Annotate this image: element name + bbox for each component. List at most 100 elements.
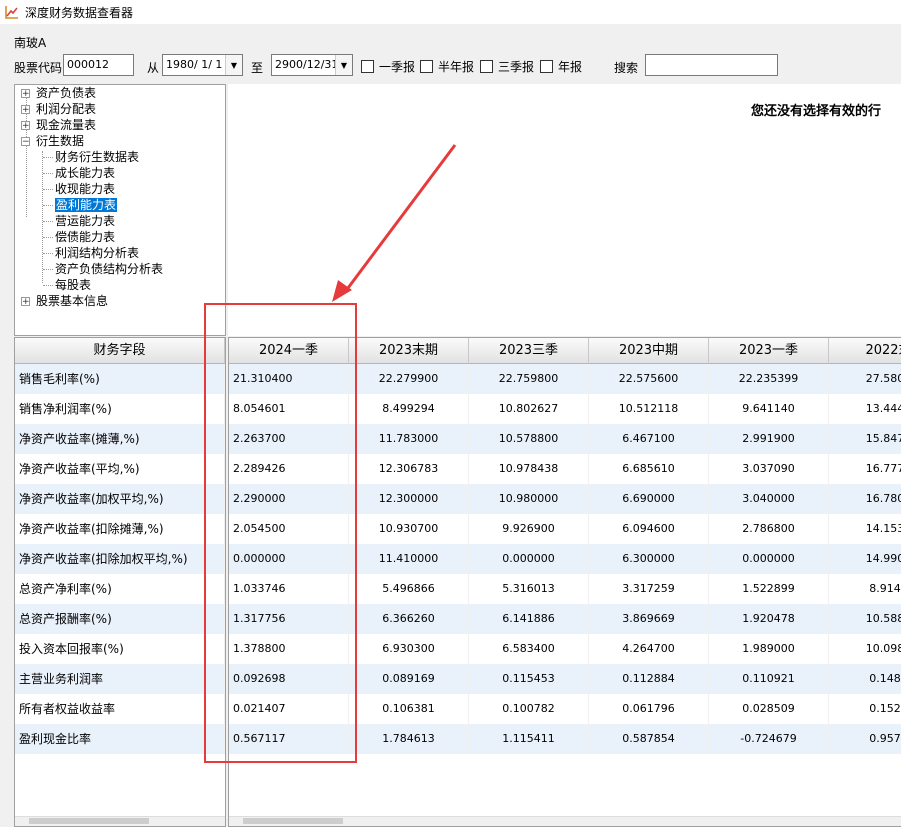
table-row[interactable]: 1.378800 6.930300 6.583400 4.264700 1.989000…	[229, 634, 901, 664]
from-label: 从	[147, 61, 160, 75]
data-cell: 0.000000	[229, 544, 349, 574]
table-row[interactable]: 所有者权益收益率	[15, 694, 225, 724]
tree-item-operation[interactable]: 营运能力表	[55, 213, 115, 229]
expand-icon[interactable]: +	[21, 105, 30, 115]
data-cell: 6.366260	[349, 604, 469, 634]
from-date-picker[interactable]: 1980/ 1/ 1 ▼	[162, 54, 243, 76]
data-cell: 5.496866	[349, 574, 469, 604]
column-header[interactable]: 2024一季	[229, 338, 349, 364]
data-cell: 6.467100	[589, 424, 709, 454]
data-cell: 15.8477	[829, 424, 901, 454]
data-cell: 10.802627	[469, 394, 589, 424]
field-name-cell: 所有者权益收益率	[15, 694, 225, 724]
data-cell: 10.578800	[469, 424, 589, 454]
table-row[interactable]: 2.054500 10.930700 9.926900 6.094600 2.78680…	[229, 514, 901, 544]
table-row[interactable]: 0.021407 0.106381 0.100782 0.061796 0.028509…	[229, 694, 901, 724]
tree-item-cash-collection[interactable]: 收现能力表	[55, 181, 115, 197]
tree-node-cashflow[interactable]: + 现金流量表	[21, 117, 96, 133]
table-row[interactable]: 0.092698 0.089169 0.115453 0.112884 0.110921…	[229, 664, 901, 694]
tree-item-per-share[interactable]: 每股表	[55, 277, 91, 293]
column-header[interactable]: 2022末	[829, 338, 901, 364]
data-cell: 0.106381	[349, 694, 469, 724]
table-row[interactable]: 销售毛利率(%)	[15, 364, 225, 394]
checkbox-q1[interactable]: 一季报	[361, 58, 415, 75]
data-cell: 0.089169	[349, 664, 469, 694]
table-row[interactable]: 投入资本回报率(%)	[15, 634, 225, 664]
data-cell: 4.264700	[589, 634, 709, 664]
table-row[interactable]: 1.317756 6.366260 6.141886 3.869669 1.920478…	[229, 604, 901, 634]
checkbox-box[interactable]	[361, 60, 374, 73]
data-cell: 6.685610	[589, 454, 709, 484]
expand-icon[interactable]: +	[21, 121, 30, 131]
horizontal-scrollbar[interactable]	[15, 816, 225, 826]
data-cell: 2.054500	[229, 514, 349, 544]
data-cell: -0.724679	[709, 724, 829, 754]
table-row[interactable]: 总资产报酬率(%)	[15, 604, 225, 634]
stock-name: 南玻A	[14, 36, 47, 50]
checkbox-box[interactable]	[480, 60, 493, 73]
horizontal-scrollbar[interactable]	[229, 816, 901, 826]
table-row[interactable]: 净资产收益率(摊薄,%)	[15, 424, 225, 454]
tree-node-stock-info[interactable]: + 股票基本信息	[21, 293, 108, 309]
data-cell: 3.869669	[589, 604, 709, 634]
data-cell: 6.141886	[469, 604, 589, 634]
field-name-cell: 净资产收益率(扣除加权平均,%)	[15, 544, 225, 574]
tree-item-profitability[interactable]: 盈利能力表	[55, 197, 118, 213]
tree-item-profit-structure[interactable]: 利润结构分析表	[55, 245, 139, 261]
field-header[interactable]: 财务字段	[15, 338, 225, 364]
table-row[interactable]: 0.000000 11.410000 0.000000 6.300000 0.00000…	[229, 544, 901, 574]
checkbox-half-year[interactable]: 半年报	[420, 58, 474, 75]
data-cell: 14.1536	[829, 514, 901, 544]
checkbox-annual[interactable]: 年报	[540, 58, 582, 75]
column-header[interactable]: 2023末期	[349, 338, 469, 364]
table-row[interactable]: 盈利现金比率	[15, 724, 225, 754]
checkbox-label: 三季报	[498, 60, 535, 74]
stock-code-input[interactable]: 000012	[63, 54, 134, 76]
checkbox-q3[interactable]: 三季报	[480, 58, 534, 75]
table-row[interactable]: 净资产收益率(扣除摊薄,%)	[15, 514, 225, 544]
data-cell: 10.980000	[469, 484, 589, 514]
chart-app-icon	[5, 5, 19, 19]
to-date-picker[interactable]: 2900/12/31 ▼	[271, 54, 353, 76]
table-row[interactable]: 销售净利润率(%)	[15, 394, 225, 424]
table-row[interactable]: 主营业务利润率	[15, 664, 225, 694]
table-row[interactable]: 净资产收益率(扣除加权平均,%)	[15, 544, 225, 574]
expand-icon[interactable]: +	[21, 297, 30, 307]
data-cell: 10.978438	[469, 454, 589, 484]
tree-node-derived[interactable]: − 衍生数据	[21, 133, 84, 149]
expand-icon[interactable]: +	[21, 89, 30, 99]
table-row[interactable]: 21.310400 22.279900 22.759800 22.575600 22.2…	[229, 364, 901, 394]
column-header[interactable]: 2023一季	[709, 338, 829, 364]
detail-area: 您还没有选择有效的行	[228, 84, 901, 336]
data-cell: 8.9146	[829, 574, 901, 604]
table-row[interactable]: 1.033746 5.496866 5.316013 3.317259 1.522899…	[229, 574, 901, 604]
data-cell: 0.1489	[829, 664, 901, 694]
tree-item-growth[interactable]: 成长能力表	[55, 165, 115, 181]
search-input[interactable]	[645, 54, 778, 76]
collapse-icon[interactable]: −	[21, 137, 30, 147]
data-cell: 21.310400	[229, 364, 349, 394]
main-panel: 南玻A 股票代码 000012 从 1980/ 1/ 1 ▼ 至 2900/12…	[0, 24, 901, 827]
table-row[interactable]: 2.289426 12.306783 10.978438 6.685610 3.0370…	[229, 454, 901, 484]
tree-item-solvency[interactable]: 偿债能力表	[55, 229, 115, 245]
tree-node-balance-sheet[interactable]: + 资产负债表	[21, 85, 96, 101]
column-header[interactable]: 2023中期	[589, 338, 709, 364]
from-date-value: 1980/ 1/ 1	[166, 58, 223, 71]
table-row[interactable]: 总资产净利率(%)	[15, 574, 225, 604]
table-row[interactable]: 净资产收益率(平均,%)	[15, 454, 225, 484]
table-row[interactable]: 0.567117 1.784613 1.115411 0.587854 -0.72467…	[229, 724, 901, 754]
tree-item-balance-structure[interactable]: 资产负债结构分析表	[55, 261, 163, 277]
tree-node-income[interactable]: + 利润分配表	[21, 101, 96, 117]
chevron-down-icon[interactable]: ▼	[225, 55, 242, 75]
table-row[interactable]: 2.263700 11.783000 10.578800 6.467100 2.9919…	[229, 424, 901, 454]
checkbox-box[interactable]	[420, 60, 433, 73]
column-header[interactable]: 2023三季	[469, 338, 589, 364]
checkbox-box[interactable]	[540, 60, 553, 73]
tree-item-derived-data[interactable]: 财务衍生数据表	[55, 149, 139, 165]
window-title: 深度财务数据查看器	[25, 5, 134, 20]
table-row[interactable]: 2.290000 12.300000 10.980000 6.690000 3.0400…	[229, 484, 901, 514]
chevron-down-icon[interactable]: ▼	[335, 55, 352, 75]
table-row[interactable]: 净资产收益率(加权平均,%)	[15, 484, 225, 514]
table-row[interactable]: 8.054601 8.499294 10.802627 10.512118 9.6411…	[229, 394, 901, 424]
data-cell: 8.054601	[229, 394, 349, 424]
